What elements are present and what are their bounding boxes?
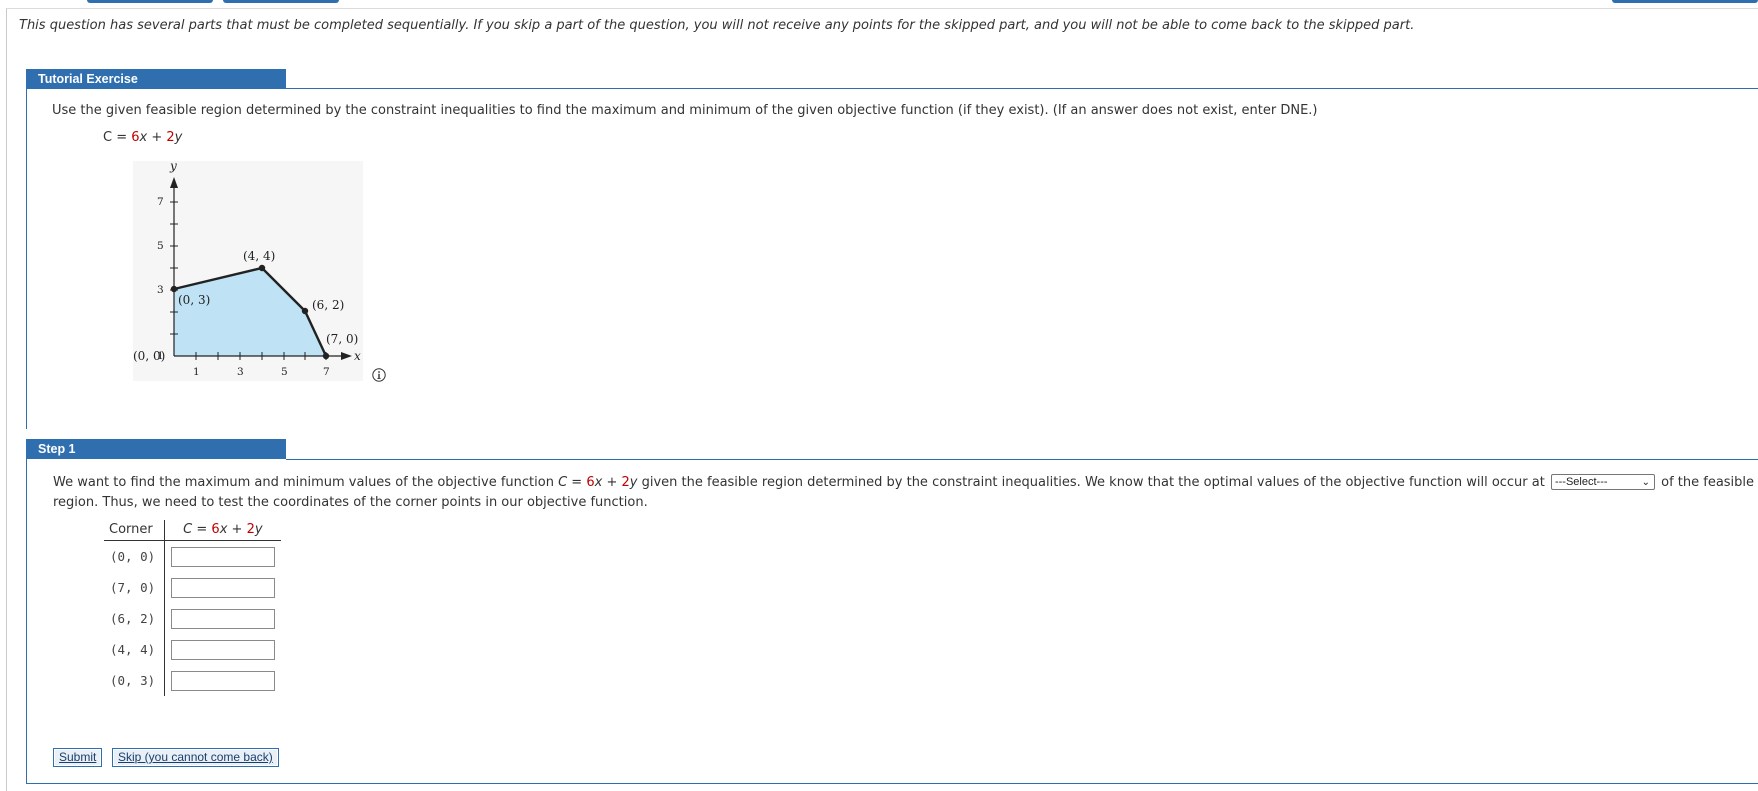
answer-input-7-0[interactable] — [171, 577, 276, 598]
objective-column-header: C = 6x + 2y — [164, 520, 282, 541]
vertex-4-4 — [258, 264, 266, 272]
answer-input-4-4[interactable] — [171, 639, 276, 660]
objective-function: C = 6x + 2y — [103, 130, 183, 145]
top-tab-3[interactable] — [1612, 0, 1758, 3]
y-tick-label-5: 5 — [157, 240, 164, 252]
corner-point: (6, 2) — [104, 603, 166, 634]
corner-point: (0, 3) — [104, 665, 166, 696]
point-label-6-2: (6, 2) — [312, 298, 344, 312]
y-axis-label: y — [169, 161, 177, 173]
x-axis-label: x — [354, 349, 361, 363]
step1-text-line2: region. Thus, we need to test the coordi… — [53, 495, 648, 510]
corner-column-header: Corner — [104, 520, 166, 541]
step1-header: Step 1 — [26, 439, 286, 459]
skip-button[interactable]: Skip (you cannot come back) — [112, 748, 279, 767]
point-label-0-3: (0, 3) — [178, 293, 210, 307]
y-tick-label-7: 7 — [157, 196, 164, 208]
table-row: (7, 0) — [104, 572, 281, 603]
table-row: (0, 0) — [104, 540, 281, 572]
step1-text: We want to find the maximum and minimum … — [53, 473, 1758, 513]
feasible-region-graph: y x 1 3 5 7 1 3 5 7 (0, 0) (0, 3) (4, 4)… — [133, 161, 363, 381]
tutorial-exercise-header: Tutorial Exercise — [26, 69, 286, 89]
answer-input-6-2[interactable] — [171, 608, 276, 629]
top-tab-2[interactable] — [223, 0, 339, 3]
submit-button[interactable]: Submit — [53, 748, 103, 767]
table-row: (0, 3) — [104, 665, 281, 696]
optimal-location-select[interactable]: ---Select--- ⌄ — [1550, 473, 1655, 490]
corner-point: (7, 0) — [104, 572, 166, 603]
top-tab-1[interactable] — [87, 0, 213, 3]
x-tick-label-3: 3 — [237, 366, 244, 378]
y-tick-label-3: 3 — [157, 284, 164, 296]
chevron-down-icon: ⌄ — [1641, 476, 1650, 488]
x-tick-label-7: 7 — [323, 366, 330, 378]
tutorial-instructions: Use the given feasible region determined… — [52, 103, 1318, 118]
vertex-7-0 — [322, 352, 330, 360]
table-row: (4, 4) — [104, 634, 281, 665]
corner-point: (4, 4) — [104, 634, 166, 665]
vertex-0-3 — [170, 285, 178, 293]
point-label-0-0: (0, 0) — [133, 349, 165, 363]
point-label-7-0: (7, 0) — [326, 332, 358, 346]
corner-evaluation-table: Corner C = 6x + 2y (0, 0) (7, 0) (6, 2) … — [104, 520, 282, 696]
answer-input-0-0[interactable] — [171, 546, 276, 567]
corner-point: (0, 0) — [104, 540, 166, 572]
point-label-4-4: (4, 4) — [243, 249, 275, 263]
info-icon[interactable] — [372, 368, 386, 382]
vertex-6-2 — [301, 307, 309, 315]
sequential-notice: This question has several parts that mus… — [19, 18, 1415, 33]
x-tick-label-1: 1 — [193, 366, 200, 378]
x-tick-label-5: 5 — [281, 366, 288, 378]
answer-input-0-3[interactable] — [171, 670, 276, 691]
table-row: (6, 2) — [104, 603, 281, 634]
